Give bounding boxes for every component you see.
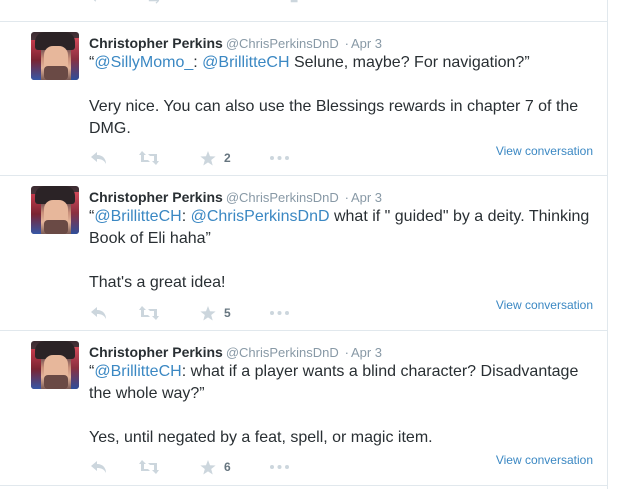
separator-dot: ·: [344, 36, 349, 51]
tweet[interactable]: Christopher Perkins @ChrisPerkinsDnD · Apr…: [0, 176, 607, 331]
tweet-reply-text: That's a great idea!: [89, 274, 226, 291]
favorite-icon[interactable]: ■: [290, 0, 298, 6]
tweet-header: Christopher Perkins @ChrisPerkinsDnD · Apr…: [89, 35, 382, 51]
star-icon: [200, 459, 216, 474]
retweet-icon: [139, 151, 159, 165]
tweet[interactable]: Christopher Perkins @ChrisPerkinsDnD · Apr…: [0, 331, 607, 486]
retweet-button[interactable]: [139, 149, 159, 167]
reply-icon: [91, 152, 106, 164]
more-button[interactable]: [270, 458, 290, 476]
quote-text: Selune, maybe? For navigation?”: [289, 54, 530, 71]
more-icon: [270, 156, 289, 160]
retweet-icon[interactable]: ⇆: [148, 0, 160, 6]
retweet-icon: [139, 306, 159, 320]
reply-icon[interactable]: ↩: [92, 0, 104, 6]
author-fullname[interactable]: Christopher Perkins: [89, 344, 223, 360]
retweet-button[interactable]: [139, 458, 159, 476]
star-icon: [200, 150, 216, 165]
avatar[interactable]: [31, 186, 79, 234]
timeline-right-border: [607, 0, 608, 489]
mention-link[interactable]: @BrillitteCH: [94, 363, 181, 380]
mention-link[interactable]: @SillyMomo_: [94, 54, 193, 71]
reply-button[interactable]: [91, 304, 107, 322]
reply-icon: [91, 307, 106, 319]
view-conversation-link[interactable]: View conversation: [496, 144, 593, 158]
mention-link[interactable]: @BrillitteCH: [94, 208, 181, 225]
view-conversation-link[interactable]: View conversation: [496, 453, 593, 467]
more-icon: [270, 465, 289, 469]
author-fullname[interactable]: Christopher Perkins: [89, 35, 223, 51]
separator-dot: ·: [344, 190, 349, 205]
retweet-icon: [139, 460, 159, 474]
tweet-timestamp[interactable]: Apr 3: [351, 190, 382, 205]
favorite-count: 2: [224, 151, 231, 165]
tweet-timestamp[interactable]: Apr 3: [351, 345, 382, 360]
star-icon: [200, 305, 216, 320]
author-username[interactable]: @ChrisPerkinsDnD: [226, 36, 339, 51]
reply-button[interactable]: [91, 149, 107, 167]
favorite-button[interactable]: 5: [200, 304, 231, 322]
author-username[interactable]: @ChrisPerkinsDnD: [226, 190, 339, 205]
tweet-actions: 5: [89, 304, 309, 322]
tweet-reply-text: Yes, until negated by a feat, spell, or …: [89, 429, 433, 446]
favorite-button[interactable]: 6: [200, 458, 231, 476]
avatar[interactable]: [31, 32, 79, 80]
tweet[interactable]: Christopher Perkins @ChrisPerkinsDnD · Apr…: [0, 22, 607, 176]
separator-dot: ·: [344, 345, 349, 360]
mention-link[interactable]: @ChrisPerkinsDnD: [191, 208, 330, 225]
tweet-header: Christopher Perkins @ChrisPerkinsDnD · Apr…: [89, 344, 382, 360]
favorite-button[interactable]: 2: [200, 149, 231, 167]
tweet-timestamp[interactable]: Apr 3: [351, 36, 382, 51]
tweet-reply-text: Very nice. You can also use the Blessing…: [89, 98, 579, 137]
tweet-actions: 6: [89, 458, 309, 476]
tweet-text: “@BrillitteCH: what if a player wants a …: [89, 361, 599, 405]
mention-link[interactable]: @BrillitteCH: [202, 54, 289, 71]
tweet-actions: 2: [89, 149, 309, 167]
author-username[interactable]: @ChrisPerkinsDnD: [226, 345, 339, 360]
retweet-button[interactable]: [139, 304, 159, 322]
more-icon: [270, 311, 289, 315]
favorite-count: 6: [224, 460, 231, 474]
view-conversation-link[interactable]: View conversation: [496, 298, 593, 312]
more-button[interactable]: [270, 149, 290, 167]
tweet-text: “@SillyMomo_: @BrillitteCH Selune, maybe…: [89, 52, 599, 74]
tweet-header: Christopher Perkins @ChrisPerkinsDnD · Apr…: [89, 189, 382, 205]
quote-text: :: [193, 54, 203, 71]
tweet-text: “@BrillitteCH: @ChrisPerkinsDnD what if …: [89, 206, 599, 250]
author-fullname[interactable]: Christopher Perkins: [89, 189, 223, 205]
reply-button[interactable]: [91, 458, 107, 476]
reply-icon: [91, 461, 106, 473]
previous-tweet-footer: ↩ ⇆ ■: [0, 0, 607, 22]
quote-text: :: [181, 208, 191, 225]
avatar[interactable]: [31, 341, 79, 389]
favorite-count: 5: [224, 306, 231, 320]
more-button[interactable]: [270, 304, 290, 322]
